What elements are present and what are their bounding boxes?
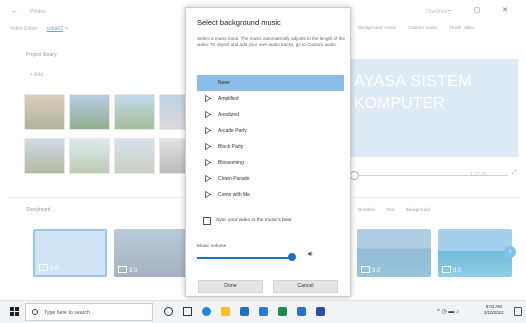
track-amplified[interactable]: Amplified <box>197 91 344 107</box>
play-icon[interactable] <box>205 159 211 166</box>
play-icon[interactable] <box>205 111 211 118</box>
file-explorer-icon[interactable] <box>221 307 230 316</box>
screen: ← Photos OneDrive – ▢ ✕ Video Editor cob… <box>0 0 526 323</box>
play-icon[interactable] <box>205 191 211 198</box>
play-icon[interactable] <box>205 175 211 182</box>
track-none[interactable]: None <box>197 75 344 91</box>
clock[interactable]: 8:02 AM 3/10/2022 <box>484 304 504 316</box>
excel-icon[interactable] <box>278 307 287 316</box>
cortana-icon[interactable] <box>164 307 173 316</box>
mail-icon[interactable] <box>240 307 249 316</box>
done-button[interactable]: Done <box>198 280 263 293</box>
word-icon[interactable] <box>316 307 325 316</box>
track-name: Clown Parade <box>218 176 250 182</box>
track-name: Come with Me <box>218 192 250 198</box>
play-icon[interactable] <box>205 127 211 134</box>
speaker-icon: 🔊︎ <box>308 251 313 258</box>
track-come-with-me[interactable]: Come with Me <box>197 187 344 203</box>
track-name: Block Party <box>218 144 244 150</box>
background-music-dialog: Select background music Select a music t… <box>185 7 351 297</box>
dialog-title: Select background music <box>197 18 281 27</box>
edge-icon[interactable] <box>202 307 211 316</box>
taskbar: Type here to search ^ ◷ ▬ ♪ 8:02 AM 3/10… <box>0 300 526 323</box>
search-placeholder: Type here to search <box>44 310 90 316</box>
system-tray[interactable]: ^ ◷ ▬ ♪ <box>437 308 459 315</box>
dialog-description: Select a music track. The music automati… <box>197 36 346 48</box>
track-name: Amplified <box>218 96 239 102</box>
volume-slider[interactable] <box>197 257 292 259</box>
task-view-icon[interactable] <box>183 307 192 316</box>
track-arcade-party[interactable]: Arcade Party <box>197 123 344 139</box>
windows-start-icon[interactable] <box>10 307 19 316</box>
track-block-party[interactable]: Block Party <box>197 139 344 155</box>
volume-slider-handle[interactable] <box>288 253 296 261</box>
track-name: Anodized <box>218 112 239 118</box>
search-icon <box>32 309 38 315</box>
track-clown-parade[interactable]: Clown Parade <box>197 171 344 187</box>
track-name: Arcade Party <box>218 128 247 134</box>
clock-date: 3/10/2022 <box>484 310 504 315</box>
track-anodized[interactable]: Anodized <box>197 107 344 123</box>
play-icon[interactable] <box>205 95 211 102</box>
taskbar-search-box[interactable]: Type here to search <box>25 303 153 321</box>
music-volume-label: Music volume <box>197 244 227 249</box>
music-track-list: None Amplified Anodized Arcade Party Blo… <box>197 75 344 203</box>
track-name: Blossoming <box>218 160 244 166</box>
track-name: None <box>218 80 230 86</box>
photos-icon[interactable] <box>297 307 306 316</box>
notifications-icon[interactable] <box>514 307 522 316</box>
track-blossoming[interactable]: Blossoming <box>197 155 344 171</box>
cancel-button[interactable]: Cancel <box>273 280 338 293</box>
store-icon[interactable] <box>259 307 268 316</box>
sync-beat-checkbox[interactable] <box>203 217 211 225</box>
sync-beat-label[interactable]: Sync your video to the music's beat <box>216 218 291 223</box>
play-icon[interactable] <box>205 143 211 150</box>
